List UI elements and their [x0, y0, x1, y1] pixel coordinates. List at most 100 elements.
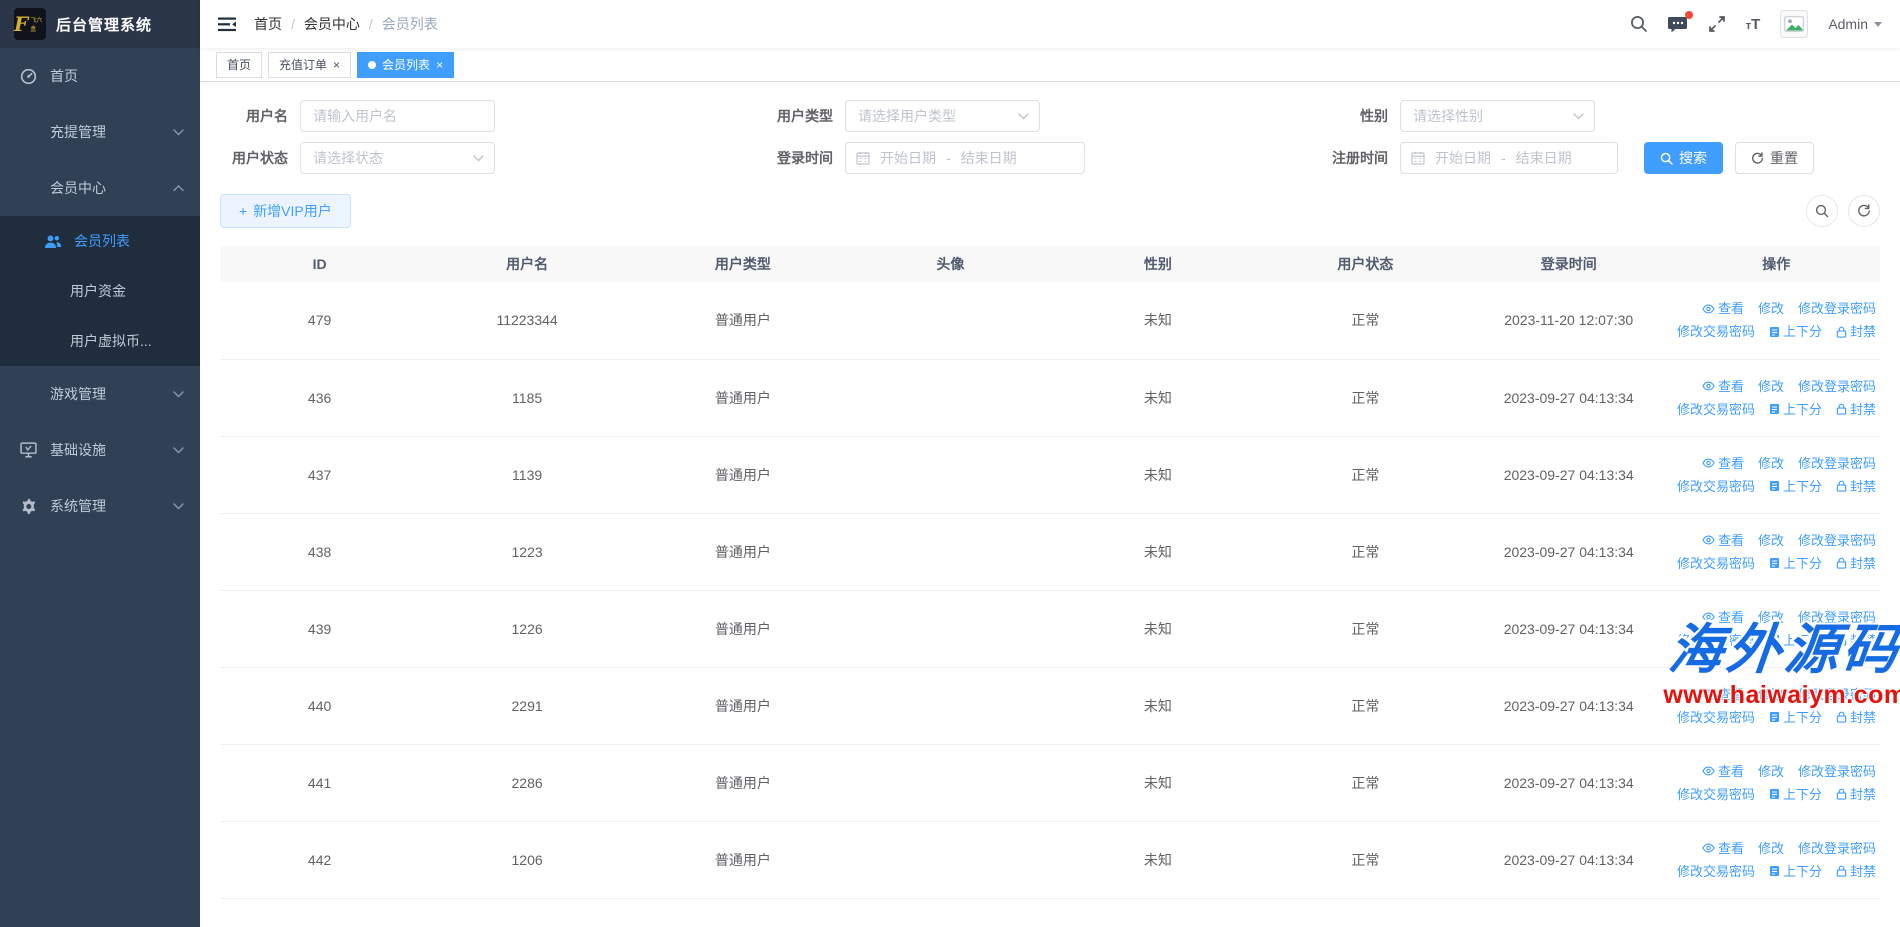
ban-link[interactable]: 封禁	[1836, 629, 1876, 652]
sidebar-item-game-mgmt[interactable]: 游戏管理	[0, 366, 200, 422]
user-menu[interactable]: Admin	[1828, 16, 1882, 32]
table-tools	[1806, 195, 1880, 227]
view-link[interactable]: 查看	[1702, 837, 1744, 860]
updown-score-link[interactable]: 上下分	[1769, 398, 1822, 421]
edit-login-password-link[interactable]: 修改登录密码	[1798, 452, 1876, 475]
sidebar-item-label: 用户虚拟币...	[70, 331, 152, 351]
ban-link[interactable]: 封禁	[1836, 860, 1876, 883]
sidebar-item-label: 基础设施	[50, 440, 173, 460]
updown-score-link[interactable]: 上下分	[1769, 552, 1822, 575]
sidebar-item-home[interactable]: 首页	[0, 48, 200, 104]
search-button[interactable]: 搜索	[1644, 142, 1723, 174]
view-link[interactable]: 查看	[1702, 760, 1744, 783]
sidebar-item-member-center[interactable]: 会员中心	[0, 160, 200, 216]
updown-score-link[interactable]: 上下分	[1769, 320, 1822, 343]
edit-link[interactable]: 修改	[1758, 837, 1784, 860]
dashboard-icon	[20, 68, 44, 85]
updown-score-link[interactable]: 上下分	[1769, 475, 1822, 498]
edit-login-password-link[interactable]: 修改登录密码	[1798, 529, 1876, 552]
message-icon[interactable]	[1668, 15, 1688, 34]
edit-trade-password-link[interactable]: 修改交易密码	[1677, 398, 1755, 421]
add-vip-user-button[interactable]: + 新增VIP用户	[220, 194, 351, 228]
ban-link[interactable]: 封禁	[1836, 783, 1876, 806]
updown-score-link[interactable]: 上下分	[1769, 783, 1822, 806]
cell-login-time: 2023-09-27 04:13:34	[1465, 821, 1673, 898]
view-link[interactable]: 查看	[1702, 606, 1744, 629]
edit-login-password-link[interactable]: 修改登录密码	[1798, 375, 1876, 398]
cell-gender: 未知	[1050, 282, 1266, 359]
table-search-toggle-button[interactable]	[1806, 195, 1838, 227]
breadcrumb-current: 会员列表	[382, 14, 438, 34]
edit-link[interactable]: 修改	[1758, 760, 1784, 783]
edit-login-password-link[interactable]: 修改登录密码	[1798, 683, 1876, 706]
edit-link[interactable]: 修改	[1758, 606, 1784, 629]
fullscreen-icon[interactable]	[1708, 15, 1726, 33]
monitor-icon	[20, 442, 44, 458]
ban-label: 封禁	[1850, 860, 1876, 883]
sidebar-item-user-funds[interactable]: 用户资金	[0, 266, 200, 316]
tab-member-list[interactable]: 会员列表 ×	[357, 52, 454, 78]
view-link[interactable]: 查看	[1702, 375, 1744, 398]
edit-label: 修改	[1758, 452, 1784, 475]
updown-score-link[interactable]: 上下分	[1769, 706, 1822, 729]
view-link[interactable]: 查看	[1702, 529, 1744, 552]
gender-select[interactable]: 请选择性别	[1400, 100, 1595, 132]
search-icon[interactable]	[1630, 15, 1648, 33]
cell-user-status: 正常	[1266, 359, 1465, 436]
close-icon[interactable]: ×	[436, 58, 443, 72]
ban-link[interactable]: 封禁	[1836, 552, 1876, 575]
edit-link[interactable]: 修改	[1758, 297, 1784, 320]
edit-trade-password-link[interactable]: 修改交易密码	[1677, 783, 1755, 806]
user-status-select[interactable]: 请选择状态	[300, 142, 495, 174]
sidebar-item-infrastructure[interactable]: 基础设施	[0, 422, 200, 478]
user-type-select[interactable]: 请选择用户类型	[845, 100, 1040, 132]
edit-login-password-link[interactable]: 修改登录密码	[1798, 760, 1876, 783]
calendar-icon	[856, 151, 870, 165]
sidebar-item-user-virtual-coin[interactable]: 用户虚拟币...	[0, 316, 200, 366]
ban-link[interactable]: 封禁	[1836, 320, 1876, 343]
reset-button[interactable]: 重置	[1735, 142, 1814, 174]
view-link[interactable]: 查看	[1702, 452, 1744, 475]
edit-link[interactable]: 修改	[1758, 452, 1784, 475]
login-time-range-picker[interactable]: 开始日期 - 结束日期	[845, 142, 1085, 174]
edit-link[interactable]: 修改	[1758, 683, 1784, 706]
sidebar-item-recharge-mgmt[interactable]: 充提管理	[0, 104, 200, 160]
edit-login-password-link[interactable]: 修改登录密码	[1798, 606, 1876, 629]
breadcrumb-home[interactable]: 首页	[254, 14, 282, 34]
edit-trade-password-link[interactable]: 修改交易密码	[1677, 552, 1755, 575]
edit-trade-password-link[interactable]: 修改交易密码	[1677, 706, 1755, 729]
actions-line-2: 修改交易密码 上下分 封禁	[1672, 552, 1876, 575]
edit-login-password-link[interactable]: 修改登录密码	[1798, 297, 1876, 320]
register-time-range-picker[interactable]: 开始日期 - 结束日期	[1400, 142, 1618, 174]
tab-recharge-orders[interactable]: 充值订单 ×	[268, 52, 351, 78]
username-input[interactable]	[300, 100, 495, 132]
edit-link[interactable]: 修改	[1758, 529, 1784, 552]
font-size-icon[interactable]: тT	[1746, 16, 1761, 33]
sidebar-fold-icon[interactable]	[218, 17, 236, 32]
sidebar-item-system-mgmt[interactable]: 系统管理	[0, 478, 200, 534]
close-icon[interactable]: ×	[333, 58, 340, 72]
view-link[interactable]: 查看	[1702, 683, 1744, 706]
date-end-placeholder: 结束日期	[961, 148, 1017, 168]
ban-link[interactable]: 封禁	[1836, 706, 1876, 729]
ban-link[interactable]: 封禁	[1836, 475, 1876, 498]
table-refresh-button[interactable]	[1848, 195, 1880, 227]
edit-link[interactable]: 修改	[1758, 375, 1784, 398]
tab-home[interactable]: 首页	[216, 52, 262, 78]
view-link[interactable]: 查看	[1702, 297, 1744, 320]
actions-line-2: 修改交易密码 上下分 封禁	[1672, 706, 1876, 729]
table-row: 441 2286 普通用户 未知 正常 2023-09-27 04:13:34 …	[220, 744, 1880, 821]
updown-score-link[interactable]: 上下分	[1769, 629, 1822, 652]
edit-trade-password-link[interactable]: 修改交易密码	[1677, 629, 1755, 652]
edit-trade-password-link[interactable]: 修改交易密码	[1677, 320, 1755, 343]
edit-login-password-link[interactable]: 修改登录密码	[1798, 837, 1876, 860]
avatar[interactable]	[1780, 10, 1808, 38]
edit-trade-password-link[interactable]: 修改交易密码	[1677, 860, 1755, 883]
edit-trade-password-link[interactable]: 修改交易密码	[1677, 475, 1755, 498]
ban-link[interactable]: 封禁	[1836, 398, 1876, 421]
sidebar-item-member-list[interactable]: 会员列表	[0, 216, 200, 266]
updown-score-link[interactable]: 上下分	[1769, 860, 1822, 883]
sidebar: F 飞六盒 后台管理系统 首页 充提管理 会员中心	[0, 0, 200, 927]
breadcrumb-member-center[interactable]: 会员中心	[304, 14, 360, 34]
cell-user-type: 普通用户	[635, 359, 851, 436]
